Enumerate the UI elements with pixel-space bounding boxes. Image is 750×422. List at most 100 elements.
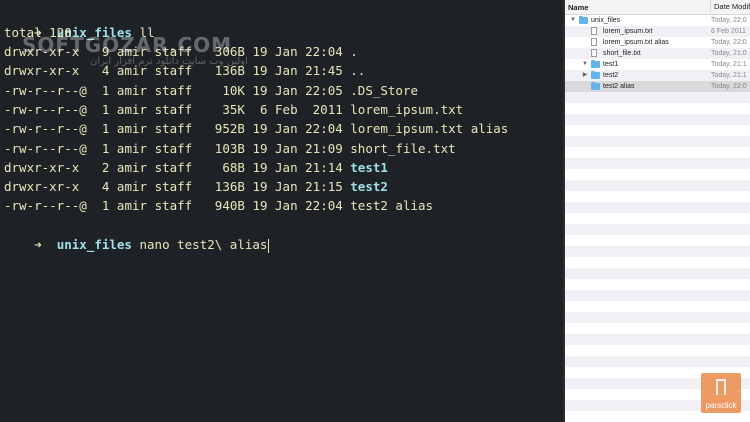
listing-row: -rw-r--r--@ 1 amir staff 35K 6 Feb 2011 … xyxy=(4,100,463,119)
finder-row-test2[interactable]: ▶ test2 Today, 21:1 xyxy=(565,70,750,81)
finder-empty-row xyxy=(565,323,750,334)
group: staff xyxy=(154,140,193,156)
group: staff xyxy=(154,121,193,137)
file-name: lorem_ipsum.txt xyxy=(350,101,464,117)
owner: amir xyxy=(116,198,148,214)
file-name: . xyxy=(350,44,358,59)
finder-row-unix-files[interactable]: ▼ unix_files Today, 22:0 xyxy=(565,15,750,26)
link-count: 1 xyxy=(94,140,110,156)
finder-empty-row xyxy=(565,103,750,114)
prompt-line-2[interactable]: ➜ unix_files nano test2\ alias xyxy=(4,216,270,253)
file-name: lorem_ipsum.txt alias xyxy=(350,121,509,137)
permissions: -rw-r--r--@ xyxy=(4,82,87,98)
file-icon xyxy=(591,38,597,46)
finder-empty-row xyxy=(565,290,750,301)
finder-item-name: test2 xyxy=(603,72,619,79)
file-name: test2 alias xyxy=(350,198,434,214)
finder-item-name: short_file.txt xyxy=(603,50,641,57)
folder-icon xyxy=(591,71,600,79)
date-modified-column-header[interactable]: Date Modifie xyxy=(710,0,750,12)
file-name: short_file.txt xyxy=(350,140,456,156)
finder-row-test2-alias[interactable]: test2 alias Today, 22:0 xyxy=(565,81,750,92)
finder-row-test1[interactable]: ▼ test1 Today, 21:1 xyxy=(565,59,750,70)
permissions: drwxr-xr-x xyxy=(4,159,87,175)
file-name: test1 xyxy=(350,159,388,175)
permissions: drwxr-xr-x xyxy=(4,63,87,79)
prompt-directory: unix_files xyxy=(56,237,132,252)
finder-empty-row xyxy=(565,180,750,191)
finder-item-name: test1 xyxy=(603,61,619,68)
finder-empty-row xyxy=(565,202,750,213)
folder-icon xyxy=(591,60,600,68)
owner: amir xyxy=(116,140,148,156)
finder-empty-row xyxy=(565,114,750,125)
modified-date: 19 Jan 22:05 xyxy=(252,82,343,98)
finder-row-short-file-txt[interactable]: short_file.txt Today, 21:0 xyxy=(565,48,750,59)
parsclick-logo: parsclick xyxy=(701,373,741,413)
prompt-arrow-icon: ➜ xyxy=(34,237,42,252)
watermark-subtitle: اولین وب سایت دانلود نرم افزار ایران xyxy=(90,56,248,67)
disclosure-open-icon[interactable]: ▼ xyxy=(581,59,589,70)
finder-file-list: ▼ unix_files Today, 22:0 lorem_ipsum.txt 6 F… xyxy=(565,15,750,422)
link-count: 2 xyxy=(94,159,110,175)
modified-date: 19 Jan 22:04 xyxy=(252,121,343,137)
listing-row: drwxr-xr-x 4 amir staff 136B 19 Jan 21:1… xyxy=(4,177,388,196)
finder-empty-row xyxy=(565,213,750,224)
group: staff xyxy=(154,82,193,98)
finder-item-name: unix_files xyxy=(591,17,621,24)
file-size: 952B xyxy=(207,121,245,137)
finder-item-date: 6 Feb 2011 xyxy=(711,28,746,35)
permissions: drwxr-xr-x xyxy=(4,179,87,195)
link-count: 1 xyxy=(94,82,110,98)
finder-empty-row xyxy=(565,158,750,169)
finder-item-date: Today, 21:0 xyxy=(711,50,747,57)
modified-date: 19 Jan 21:14 xyxy=(252,159,343,175)
finder-empty-row xyxy=(565,268,750,279)
finder-empty-row xyxy=(565,257,750,268)
command-input[interactable]: nano test2\ alias xyxy=(140,237,268,252)
finder-empty-row xyxy=(565,246,750,257)
modified-date: 19 Jan 21:09 xyxy=(252,140,343,156)
listing-row: -rw-r--r--@ 1 amir staff 952B 19 Jan 22:… xyxy=(4,119,508,138)
finder-row-lorem-ipsum-txt[interactable]: lorem_ipsum.txt 6 Feb 2011 xyxy=(565,26,750,37)
modified-date: 19 Jan 21:45 xyxy=(252,63,343,79)
finder-item-name: lorem_ipsum.txt xyxy=(603,28,653,35)
group: staff xyxy=(154,159,193,175)
file-icon xyxy=(591,49,597,57)
file-size: 136B xyxy=(207,179,245,195)
finder-item-date: Today, 21:1 xyxy=(711,72,747,79)
finder-column-header: Name Date Modifie xyxy=(565,0,750,15)
owner: amir xyxy=(116,101,148,117)
modified-date: 6 Feb 2011 xyxy=(252,101,343,117)
terminal-window[interactable]: ➜ unix_files ll total 120 drwxr-xr-x 9 a… xyxy=(0,0,563,422)
finder-empty-row xyxy=(565,235,750,246)
parsclick-label: parsclick xyxy=(705,401,737,410)
disclosure-open-icon[interactable]: ▼ xyxy=(569,15,577,26)
link-count: 1 xyxy=(94,101,110,117)
disclosure-closed-icon[interactable]: ▶ xyxy=(581,70,589,81)
permissions: -rw-r--r--@ xyxy=(4,101,87,117)
finder-item-date: Today, 22:0 xyxy=(711,39,747,46)
finder-item-date: Today, 21:1 xyxy=(711,61,747,68)
file-size: 10K xyxy=(207,82,245,98)
finder-empty-row xyxy=(565,125,750,136)
file-name: test2 xyxy=(350,179,388,195)
name-column-header[interactable]: Name xyxy=(568,3,588,12)
finder-item-name: lorem_ipsum.txt alias xyxy=(603,39,669,46)
finder-empty-row xyxy=(565,312,750,323)
listing-row: -rw-r--r--@ 1 amir staff 940B 19 Jan 22:… xyxy=(4,196,433,215)
watermark-logo: SOFTGOZAR.COM xyxy=(22,33,233,57)
file-icon xyxy=(591,27,597,35)
finder-empty-row xyxy=(565,224,750,235)
group: staff xyxy=(154,101,193,117)
group: staff xyxy=(154,179,193,195)
finder-row-lorem-ipsum-txt-alias[interactable]: lorem_ipsum.txt alias Today, 22:0 xyxy=(565,37,750,48)
prompt-line-1: ➜ unix_files ll xyxy=(4,4,154,40)
finder-item-name: test2 alias xyxy=(603,83,635,90)
listing-row: -rw-r--r--@ 1 amir staff 10K 19 Jan 22:0… xyxy=(4,81,418,100)
file-name: .. xyxy=(350,63,366,79)
file-size: 940B xyxy=(207,198,245,214)
folder-icon xyxy=(579,16,588,24)
group: staff xyxy=(154,198,193,214)
finder-empty-row xyxy=(565,334,750,345)
